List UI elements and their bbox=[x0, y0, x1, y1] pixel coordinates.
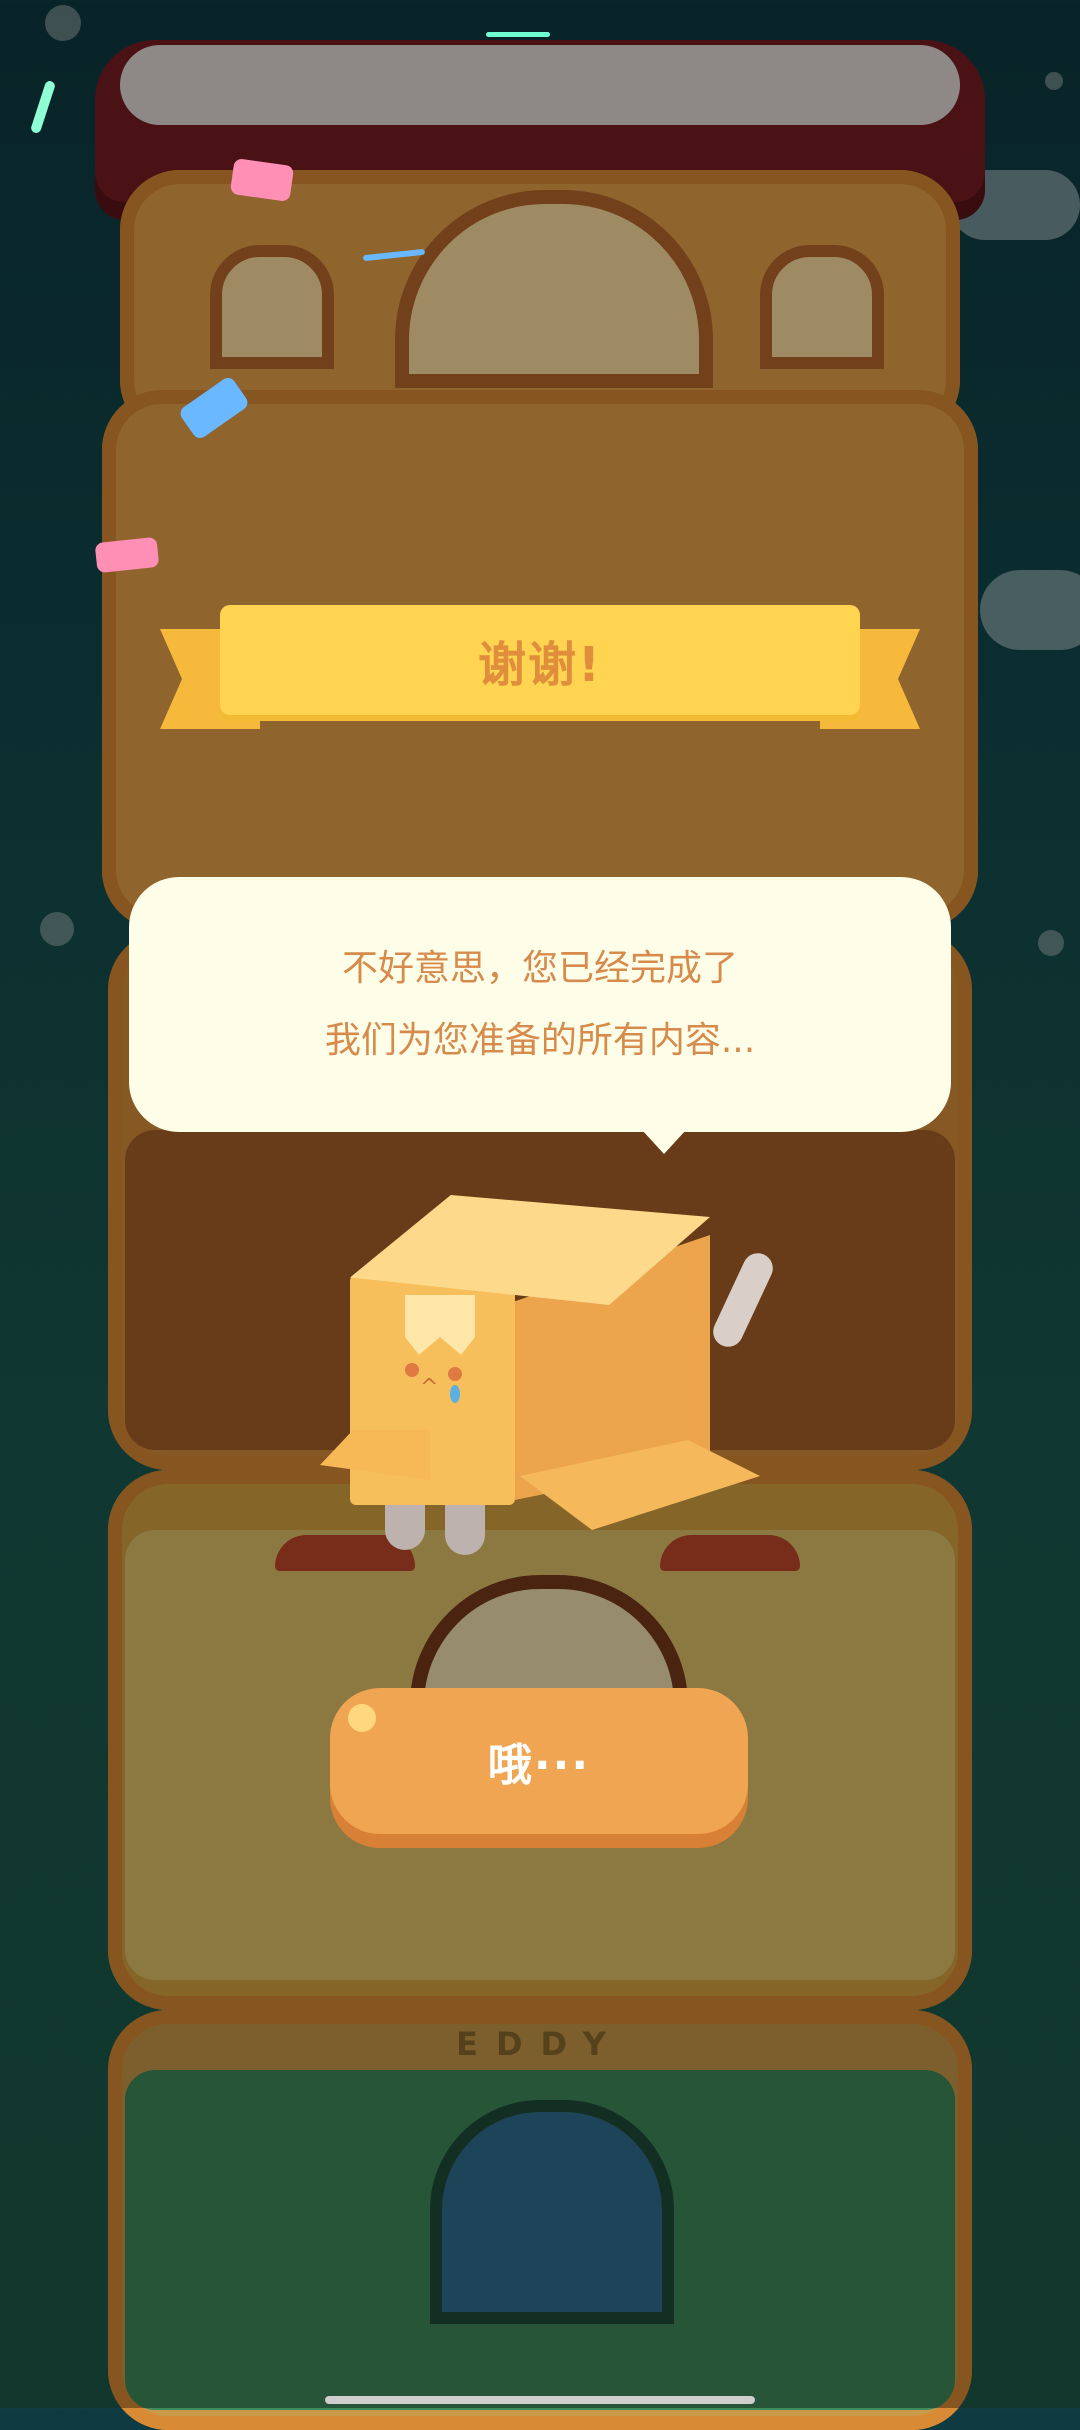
box-eye-left bbox=[405, 1363, 419, 1377]
speech-bubble-tail bbox=[642, 1130, 686, 1154]
dialog-line-1: 不好意思，您已经完成了 bbox=[341, 947, 738, 989]
banner-title: 谢谢! bbox=[220, 605, 860, 715]
confetti-icon bbox=[486, 32, 550, 37]
button-shine bbox=[348, 1704, 376, 1732]
box-flap-left bbox=[320, 1430, 430, 1480]
acknowledge-button[interactable]: 哦··· bbox=[330, 1688, 748, 1834]
cat-leg bbox=[445, 1500, 485, 1555]
home-indicator[interactable] bbox=[325, 2396, 755, 2404]
thanks-banner: 谢谢! bbox=[160, 605, 920, 729]
cardboard-box-cat-icon: ^ bbox=[320, 1195, 778, 1555]
box-eye-right bbox=[448, 1367, 462, 1381]
speech-bubble: 不好意思，您已经完成了 我们为您准备的所有内容... bbox=[129, 877, 951, 1154]
acknowledge-button-label: 哦··· bbox=[487, 1740, 591, 1791]
tear-icon bbox=[450, 1385, 460, 1403]
box-mouth: ^ bbox=[420, 1375, 439, 1400]
dialog-line-2: 我们为您准备的所有内容... bbox=[324, 1019, 756, 1061]
